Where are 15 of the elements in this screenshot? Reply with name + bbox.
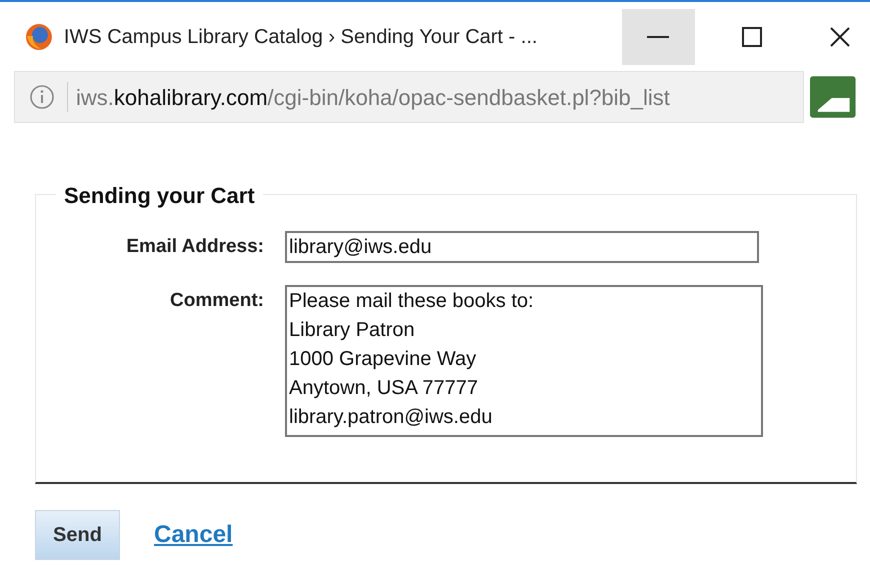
close-icon (829, 26, 852, 48)
cancel-link[interactable]: Cancel (154, 517, 233, 553)
browser-logo-icon (24, 22, 54, 52)
comment-field[interactable]: Please mail these books to: Library Patron 1000 Grapevine Way Anytown, USA 77777 library.patron@iws.edu (285, 285, 763, 437)
address-bar[interactable]: iws.kohalibrary.com/cgi-bin/koha/opac-sendbasket.pl?bib_list (14, 71, 804, 123)
extension-icon[interactable] (810, 76, 856, 118)
field-label: Comment: (169, 289, 264, 313)
maximize-icon (742, 27, 762, 47)
minimize-icon (647, 36, 670, 38)
info-icon (29, 84, 55, 110)
url-text: iws.kohalibrary.com/cgi-bin/koha/opac-sendbasket.pl?bib_list (76, 84, 670, 112)
send-button[interactable]: Send (35, 510, 120, 560)
email-field[interactable]: library@iws.edu (285, 231, 759, 263)
window-title: IWS Campus Library Catalog › Sending Your Cart - ... (64, 25, 538, 50)
field-label: Email Address: (125, 235, 264, 259)
